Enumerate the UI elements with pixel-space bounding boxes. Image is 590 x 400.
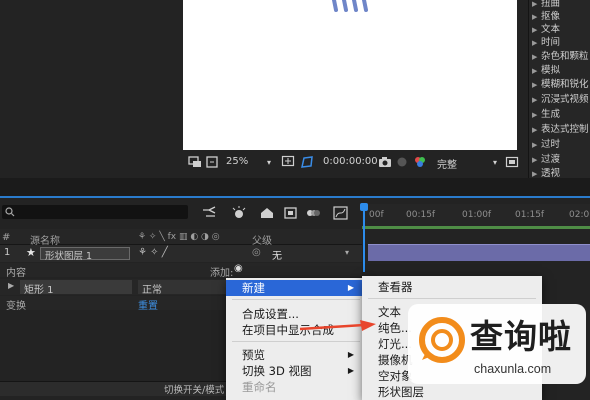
graph-editor-icon[interactable] (332, 205, 350, 221)
layer-index: 1 (4, 247, 11, 258)
pick-whip-icon[interactable]: ◎ (252, 247, 261, 258)
parent-dropdown[interactable]: 无 (272, 247, 282, 262)
expand-triangle-icon: ▶ (532, 96, 538, 104)
effects-presets-panel: ▶ 扭曲 ▶ 抠像 ▶ 文本 ▶ 时间 ▶ 杂色和颗粒 ▶ 模拟 ▶ 模糊和锐化 ▶ 沉浸式视频… (528, 0, 590, 178)
color-channels-icon[interactable] (413, 155, 427, 169)
composition-mini-flowchart-icon[interactable] (200, 205, 218, 221)
contents-label: 内容 (6, 268, 26, 279)
zoom-level-dropdown[interactable]: 25% (226, 156, 248, 167)
layer-switches[interactable]: ⚘ ✧ ╱ (138, 247, 168, 258)
effect-category[interactable]: ▶ 抠像 (532, 10, 560, 23)
effect-category[interactable]: ▶ 过时 (532, 138, 560, 151)
blend-mode-dropdown[interactable]: 正常 (138, 280, 226, 296)
effect-category[interactable]: ▶ 表达式控制 (532, 123, 589, 136)
effect-category[interactable]: ▶ 透视 (532, 167, 560, 178)
shape-outline-fragment (332, 0, 368, 12)
watermark-title: 查询啦 (470, 317, 572, 356)
effect-category[interactable]: ▶ 扭曲 (532, 0, 560, 10)
annotation-arrow-icon (299, 320, 376, 331)
chevron-down-icon[interactable]: ▾ (267, 158, 271, 167)
layer-name: 形状图层 1 (45, 251, 93, 262)
current-time-display[interactable]: 0:00:00:00 (323, 156, 378, 167)
menu-separator (232, 299, 360, 300)
menu-item-switch-3d-view[interactable]: 切换 3D 视图 ▶ (226, 363, 366, 379)
ruler-tick-label: 01:15f (515, 210, 545, 220)
grid-guide-icon[interactable] (281, 155, 295, 169)
ruler-tick-label: 02:0 (569, 210, 590, 220)
submenu-arrow-icon: ▶ (347, 350, 354, 359)
menu-item-rename: 重命名 (242, 380, 277, 394)
always-preview-icon[interactable] (188, 155, 202, 169)
submenu-arrow-icon: ▶ (347, 283, 354, 292)
draft-3d-icon[interactable] (230, 205, 248, 221)
composition-canvas[interactable] (183, 0, 517, 150)
expand-triangle-icon: ▶ (532, 156, 538, 164)
layer-search-input[interactable] (2, 205, 188, 219)
ruler-tick-label: 00:15f (406, 210, 436, 220)
effect-category[interactable]: ▶ 生成 (532, 108, 560, 121)
contents-property-row[interactable] (0, 263, 362, 277)
expand-triangle-icon: ▶ (532, 170, 538, 178)
layer-duration-bar[interactable] (368, 245, 590, 261)
expand-triangle-icon: ▶ (532, 81, 538, 89)
blend-mode-value: 正常 (142, 285, 162, 296)
effect-category[interactable]: ▶ 沉浸式视频 (532, 93, 589, 106)
column-index: # (2, 232, 11, 243)
submenu-item-viewer[interactable]: 查看器 (362, 279, 542, 295)
menu-item-preview[interactable]: 预览 ▶ (226, 347, 366, 363)
effect-category[interactable]: ▶ 杂色和颗粒 (532, 50, 589, 63)
expand-triangle-icon: ▶ (532, 111, 538, 119)
effect-category[interactable]: ▶ 文本 (532, 23, 560, 36)
menu-separator (368, 298, 536, 299)
panel-divider (0, 178, 590, 196)
camera-snapshot-icon[interactable] (378, 155, 392, 169)
menu-separator (232, 341, 360, 342)
expand-triangle-icon: ▶ (532, 39, 538, 47)
resolution-dropdown[interactable]: 完整 (437, 156, 457, 171)
ruler-tick-label: 01:00f (462, 210, 492, 220)
transform-label: 变换 (6, 301, 26, 312)
shape-group-name-field[interactable]: 矩形 1 (20, 280, 132, 296)
layer-name-field[interactable]: 形状图层 1 (40, 247, 130, 262)
menu-item-new[interactable]: 新建 ▶ (226, 280, 366, 296)
add-menu-button[interactable]: ◉ (234, 263, 243, 274)
shape-layer-star-icon: ★ (26, 246, 36, 259)
ruler-tick-label: 00f (369, 210, 384, 220)
switches-column-icons: ⚘ ✧ ╲ fx ▥ ◐ ◑ ◎ (138, 232, 220, 242)
expand-triangle-icon: ▶ (532, 67, 538, 75)
effect-category[interactable]: ▶ 模拟 (532, 64, 560, 77)
toggle-switches-modes-button[interactable]: 切换开关/模式 (164, 382, 224, 396)
chevron-down-icon[interactable]: ▾ (493, 158, 497, 167)
submenu-item-shape-layer[interactable]: 形状图层 (362, 384, 542, 400)
work-area-bar[interactable] (362, 226, 590, 229)
magnifier-logo-icon (419, 317, 465, 363)
effect-category[interactable]: ▶ 时间 (532, 36, 560, 49)
hide-shy-layers-icon[interactable] (258, 205, 276, 221)
reset-link[interactable]: 重置 (138, 297, 158, 312)
effect-category[interactable]: ▶ 过渡 (532, 153, 560, 166)
search-icon (5, 207, 15, 217)
motion-blur-icon[interactable] (304, 205, 322, 221)
expand-triangle-icon[interactable]: ▶ (8, 281, 14, 290)
frame-blending-icon[interactable] (282, 205, 300, 221)
submenu-arrow-icon: ▶ (347, 366, 354, 375)
mask-visibility-icon[interactable] (300, 155, 314, 169)
region-of-interest-icon[interactable] (505, 155, 519, 169)
watermark-url: chaxunla.com (474, 362, 552, 376)
magnification-icon[interactable] (205, 155, 219, 169)
current-time-indicator-line[interactable] (363, 210, 365, 272)
context-menu: 新建 ▶ 合成设置... 在项目中显示合成 预览 ▶ 切换 3D 视图 ▶ 重命… (226, 278, 366, 400)
add-label: 添加: (210, 268, 234, 279)
shape-group-name: 矩形 1 (24, 285, 54, 296)
expand-triangle-icon: ▶ (532, 126, 538, 134)
show-snapshot-icon[interactable] (395, 155, 409, 169)
effect-category[interactable]: ▶ 模糊和锐化 (532, 78, 589, 91)
expand-triangle-icon: ▶ (532, 141, 538, 149)
expand-triangle-icon: ▶ (532, 53, 538, 61)
chevron-down-icon[interactable]: ▾ (345, 248, 349, 257)
viewer-toolbar: 25% ▾ 0:00:00:00 完整 ▾ (183, 152, 528, 174)
